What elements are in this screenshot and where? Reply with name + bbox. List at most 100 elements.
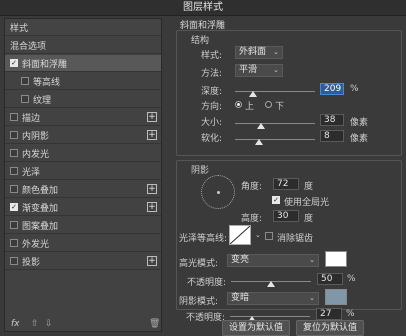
add-effect-icon[interactable]: + (147, 256, 157, 266)
highlight-opacity-thumb[interactable] (267, 281, 275, 287)
direction-down-radio[interactable] (265, 101, 272, 108)
styles-header-label: 样式 (10, 23, 29, 34)
size-slider-thumb[interactable] (256, 123, 265, 129)
shadow-opacity-input[interactable]: 27 (316, 308, 342, 320)
depth-unit: % (350, 84, 359, 94)
style-item[interactable]: 描边 + (5, 109, 161, 126)
style-item[interactable]: ✓ 渐变叠加 + (5, 199, 161, 216)
highlight-opacity-input[interactable]: 50 (317, 273, 343, 285)
move-up-icon[interactable]: ⇧ (31, 319, 39, 329)
style-item-label: 斜面和浮雕 (22, 59, 68, 70)
style-item-label: 内发光 (22, 149, 50, 160)
angle-dial[interactable] (201, 175, 235, 209)
angle-input[interactable]: 72 (273, 178, 299, 190)
style-item[interactable]: 图案叠加 (5, 217, 161, 234)
altitude-input[interactable]: 30 (273, 210, 299, 222)
add-effect-icon[interactable]: + (147, 112, 157, 122)
highlight-opacity-unit: % (347, 274, 356, 284)
depth-input[interactable]: 209 (320, 83, 344, 95)
style-item-checkbox[interactable] (21, 95, 29, 103)
style-item-checkbox[interactable]: ✓ (10, 59, 18, 67)
reset-default-button[interactable]: 复位为默认值 (296, 320, 364, 336)
shadow-mode-select[interactable]: 变暗 ⌄ (227, 292, 319, 305)
shadow-opacity-track[interactable] (230, 316, 310, 317)
chevron-down-icon: ⌄ (309, 294, 315, 302)
angle-label: 角度: (241, 182, 263, 192)
styles-footer: fx ⇧ ⇩ 🗑 (11, 319, 160, 331)
style-item-checkbox[interactable] (10, 167, 18, 175)
size-label: 大小: (201, 118, 223, 128)
structure-title: 结构 (191, 36, 210, 46)
style-item-label: 纹理 (33, 95, 52, 106)
global-light-label: 使用全局光 (284, 198, 330, 208)
style-item-label: 内阴影 (22, 131, 50, 142)
altitude-label: 高度: (241, 214, 263, 224)
styles-header[interactable]: 样式 (5, 19, 161, 36)
style-item[interactable]: 投影 + (5, 253, 161, 270)
style-select[interactable]: 外斜面 ⌄ (235, 46, 283, 59)
angle-dial-center (217, 191, 220, 194)
style-label: 样式: (201, 51, 223, 61)
style-item-checkbox[interactable] (21, 77, 29, 85)
highlight-opacity-label: 不透明度: (187, 278, 227, 288)
depth-slider-track[interactable] (235, 91, 315, 92)
style-item-label: 光泽 (22, 167, 41, 178)
soften-input[interactable]: 8 (320, 130, 344, 142)
add-effect-icon[interactable]: + (147, 202, 157, 212)
style-item-checkbox[interactable] (10, 131, 18, 139)
chevron-down-icon[interactable]: ⌄ (255, 231, 261, 239)
style-item[interactable]: 内发光 (5, 145, 161, 162)
style-item-checkbox[interactable] (10, 239, 18, 247)
chevron-down-icon: ⌄ (273, 48, 279, 56)
style-item[interactable]: 颜色叠加 + (5, 181, 161, 198)
contour-curve-icon (229, 225, 251, 245)
move-down-icon[interactable]: ⇩ (45, 319, 53, 329)
style-item[interactable]: 纹理 (5, 91, 161, 108)
highlight-mode-select[interactable]: 变亮 ⌄ (227, 254, 319, 267)
trash-icon[interactable]: 🗑 (149, 319, 160, 329)
style-item-checkbox[interactable] (10, 149, 18, 157)
size-unit: 像素 (350, 118, 369, 128)
style-item-label: 图案叠加 (22, 221, 59, 232)
style-item[interactable]: 光泽 (5, 163, 161, 180)
fx-icon[interactable]: fx (11, 319, 20, 329)
direction-label: 方向: (201, 102, 223, 112)
set-default-button[interactable]: 设置为默认值 (222, 320, 290, 336)
structure-group: 结构 样式: 外斜面 ⌄ 方法: 平滑 ⌄ 深度: 209 % 方向: 上 下 … (176, 30, 402, 156)
angle-unit: 度 (304, 182, 314, 192)
soften-slider-track[interactable] (235, 139, 315, 140)
shadow-color-swatch[interactable] (325, 289, 347, 305)
shadow-opacity-label: 不透明度: (186, 313, 226, 323)
highlight-color-swatch[interactable] (325, 251, 347, 267)
size-input[interactable]: 38 (320, 114, 344, 126)
style-item-checkbox[interactable] (10, 113, 18, 121)
global-light-checkbox[interactable]: ✓ (272, 196, 280, 204)
blend-options-item[interactable]: 混合选项 (5, 37, 161, 54)
add-effect-icon[interactable]: + (147, 184, 157, 194)
style-item-checkbox[interactable] (10, 257, 18, 265)
soften-slider-thumb[interactable] (255, 139, 263, 145)
gloss-contour-picker[interactable] (229, 225, 251, 245)
style-item-checkbox[interactable] (10, 185, 18, 193)
style-item-checkbox[interactable] (10, 221, 18, 229)
style-item[interactable]: 内阴影 + (5, 127, 161, 144)
highlight-mode-label: 高光模式: (179, 259, 219, 269)
size-slider-track[interactable] (235, 123, 315, 124)
chevron-down-icon: ⌄ (309, 256, 315, 264)
style-item-label: 颜色叠加 (22, 185, 59, 196)
add-effect-icon[interactable]: + (147, 130, 157, 140)
depth-slider-thumb[interactable] (248, 91, 257, 97)
direction-up-radio[interactable] (235, 101, 242, 108)
style-item[interactable]: ✓ 斜面和浮雕 (5, 55, 161, 72)
highlight-mode-value: 变亮 (231, 255, 250, 265)
chevron-down-icon: ⌄ (273, 66, 279, 74)
style-item[interactable]: 等高线 (5, 73, 161, 90)
style-item[interactable]: 外发光 (5, 235, 161, 252)
style-item-label: 外发光 (22, 239, 50, 250)
dialog-title: 图层样式 (0, 0, 406, 16)
style-item-checkbox[interactable]: ✓ (10, 203, 18, 211)
technique-select[interactable]: 平滑 ⌄ (235, 64, 283, 77)
antialias-checkbox[interactable] (265, 232, 273, 240)
shadow-mode-label: 阴影模式: (179, 297, 219, 307)
soften-unit: 像素 (350, 134, 369, 144)
